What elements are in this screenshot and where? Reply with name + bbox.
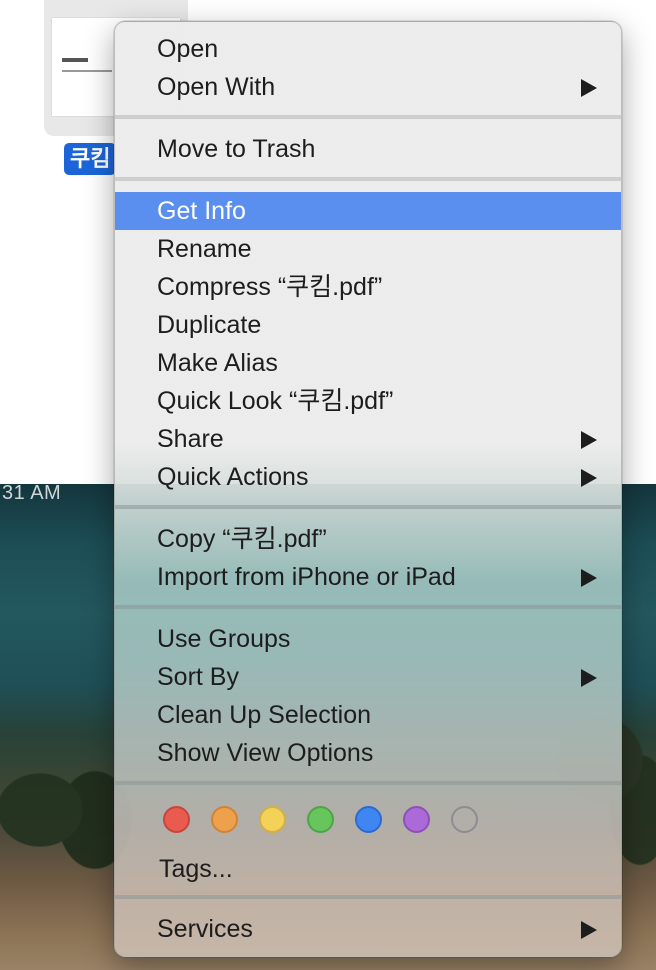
submenu-arrow-icon <box>581 469 597 487</box>
menu-item-label: Compress “쿠킴.pdf” <box>157 273 383 301</box>
thumbnail-title-line <box>62 58 88 62</box>
tag-color-row <box>163 806 503 836</box>
tag-green-icon[interactable] <box>307 806 334 833</box>
menu-item-sort-by[interactable]: Sort By <box>115 658 621 696</box>
tag-purple-icon[interactable] <box>403 806 430 833</box>
menu-item-open[interactable]: Open <box>115 30 621 68</box>
menu-item-make-alias[interactable]: Make Alias <box>115 344 621 382</box>
submenu-arrow-icon <box>581 431 597 449</box>
menu-item-quick-look[interactable]: Quick Look “쿠킴.pdf” <box>115 382 621 420</box>
menu-item-get-info[interactable]: Get Info <box>115 192 621 230</box>
menu-item-label: Make Alias <box>157 349 278 377</box>
menu-item-label: Quick Actions <box>157 463 309 491</box>
file-name-label[interactable]: 쿠킴 <box>64 143 117 175</box>
menu-item-label: Rename <box>157 235 252 263</box>
submenu-arrow-icon <box>581 921 597 939</box>
menu-item-share[interactable]: Share <box>115 420 621 458</box>
thumbnail-text-line <box>62 70 112 72</box>
menu-item-label: Clean Up Selection <box>157 701 372 729</box>
menu-item-label: Open <box>157 35 219 63</box>
tag-blue-icon[interactable] <box>355 806 382 833</box>
menu-item-compress[interactable]: Compress “쿠킴.pdf” <box>115 268 621 306</box>
menu-item-label: Open With <box>157 73 276 101</box>
menu-item-label: Copy “쿠킴.pdf” <box>157 525 327 553</box>
menu-separator <box>115 895 621 899</box>
menu-separator <box>115 115 621 119</box>
menu-item-clean-up-selection[interactable]: Clean Up Selection <box>115 696 621 734</box>
menu-item-move-to-trash[interactable]: Move to Trash <box>115 130 621 168</box>
submenu-arrow-icon <box>581 569 597 587</box>
menu-item-copy[interactable]: Copy “쿠킴.pdf” <box>115 520 621 558</box>
submenu-arrow-icon <box>581 79 597 97</box>
menu-item-label: Move to Trash <box>157 135 316 163</box>
menu-item-label: Sort By <box>157 663 239 691</box>
menu-separator <box>115 177 621 181</box>
tag-yellow-icon[interactable] <box>259 806 286 833</box>
menu-item-label: Services <box>157 915 253 943</box>
finder-window: 31 AM 쿠킴 Open Open With Move to Trash Ge… <box>0 0 656 970</box>
menu-item-label: Quick Look “쿠킴.pdf” <box>157 387 394 415</box>
menu-separator <box>115 605 621 609</box>
menu-item-label: Import from iPhone or iPad <box>157 563 456 591</box>
menu-item-tags[interactable]: Tags... <box>159 851 233 887</box>
tag-red-icon[interactable] <box>163 806 190 833</box>
menu-separator <box>115 505 621 509</box>
menu-item-label: Duplicate <box>157 311 262 339</box>
menu-item-show-view-options[interactable]: Show View Options <box>115 734 621 772</box>
menu-item-quick-actions[interactable]: Quick Actions <box>115 458 621 496</box>
tag-gray-icon[interactable] <box>451 806 478 833</box>
menu-item-duplicate[interactable]: Duplicate <box>115 306 621 344</box>
menu-item-open-with[interactable]: Open With <box>115 68 621 106</box>
context-menu: Open Open With Move to Trash Get Info Re… <box>114 21 622 957</box>
menu-item-label: Get Info <box>157 197 246 225</box>
menu-separator <box>115 781 621 785</box>
menu-item-label: Share <box>157 425 224 453</box>
menubar-clock: 31 AM <box>2 482 62 504</box>
submenu-arrow-icon <box>581 669 597 687</box>
tag-orange-icon[interactable] <box>211 806 238 833</box>
menu-item-rename[interactable]: Rename <box>115 230 621 268</box>
menu-item-import-from-iphone[interactable]: Import from iPhone or iPad <box>115 558 621 596</box>
menu-item-label: Show View Options <box>157 739 374 767</box>
menu-item-label: Use Groups <box>157 625 291 653</box>
menu-item-use-groups[interactable]: Use Groups <box>115 620 621 658</box>
menu-item-services[interactable]: Services <box>115 910 621 948</box>
